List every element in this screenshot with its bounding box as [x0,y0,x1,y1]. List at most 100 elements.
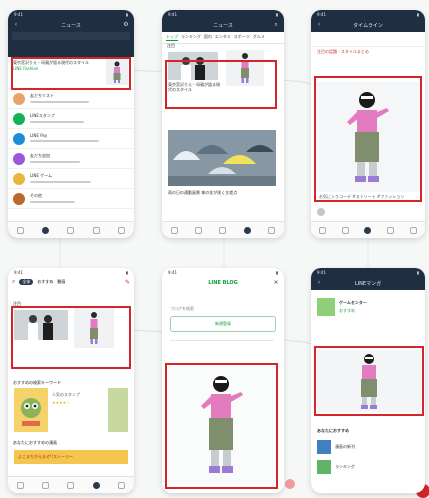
tab-sports[interactable]: スポーツ [234,34,250,41]
tab-all[interactable]: 全体 [19,279,34,285]
title-bar: LINE BLOG × [162,276,284,290]
battery-icon: ▮ [275,11,278,17]
item-title[interactable]: ゲームセンター [339,300,367,306]
list-item[interactable]: 友だち追加 [8,149,134,169]
tab-entertainment[interactable]: エンタメ [215,34,231,41]
chat-icon[interactable] [341,226,349,234]
page-title: ニュース [61,22,81,29]
manga-banner[interactable]: よこまちがえるぜ!!ストーリー [14,450,128,464]
mascot-icon [14,388,48,432]
timeline-icon[interactable] [67,481,75,489]
phone-timeline: 9:41 ▮ ‹ タイムライン 注目の話題 · スタイルまとめ お気に入りコーデ… [311,10,425,238]
highlight-box [314,76,422,202]
timeline-icon[interactable] [67,226,75,234]
tab-recommended[interactable]: おすすめ [37,279,53,285]
avatar [13,132,25,145]
edit-icon[interactable]: ✎ [125,279,130,286]
avatar [13,152,25,165]
title-bar: ‹ LINEマンガ [311,276,425,290]
entry-thumbnail[interactable] [317,460,331,474]
tab-top[interactable]: トップ [166,34,178,41]
highlight-box [314,346,424,416]
status-bar: 9:41 ▮ [8,10,134,18]
page-title: ニュース [213,22,233,29]
brand-logo: LINE BLOG [208,280,238,286]
wallet-icon[interactable] [268,226,276,234]
chat-icon[interactable] [195,226,203,234]
tab-video[interactable]: 動画 [57,279,65,285]
settings-icon[interactable]: ⚙ [122,21,130,29]
recommend-title: おすすめの検索キーワード [13,380,61,385]
close-icon[interactable]: × [272,279,280,287]
bottom-nav [311,221,425,238]
wallet-icon[interactable] [117,226,125,234]
title-bar: ニュース ⌕ [162,18,284,32]
headline-text[interactable]: 雨の日の通勤風景 傘の花が咲く交差点 [168,190,276,195]
page-title: タイムライン [353,22,383,29]
page-title: LINEマンガ [354,280,382,287]
status-time: 9:41 [14,11,23,17]
avatar [13,192,25,205]
list-item[interactable]: LINE Pay [8,129,134,149]
chat-icon[interactable] [42,481,50,489]
bottom-nav [8,476,134,493]
timeline-icon[interactable] [364,226,372,234]
game-thumbnail[interactable] [317,298,335,316]
sticker-card[interactable] [14,388,48,432]
recommend-subtitle: 人気のスタンプ [52,392,80,397]
phone-manga: 9:41 ▮ ‹ LINEマンガ ゲームセンター おすすめ あなたにおすすめ 漫… [311,268,425,493]
list-item[interactable]: 友だちリスト [8,89,134,109]
umbrella-photo[interactable] [168,130,276,186]
news-icon[interactable] [387,226,395,234]
title-bar: ‹ タイムライン [311,18,425,32]
list-item-label: LINE ゲーム [30,172,53,178]
search-icon[interactable]: ⌕ [272,21,280,29]
status-time: 9:41 [168,269,177,275]
tab-gourmet[interactable]: グルメ [253,34,265,41]
wallet-icon[interactable] [117,481,125,489]
phone-discover: 9:41 ▮ ⌕ 全体 おすすめ 動画 ✎ 注目 おすすめの検索キーワード 人気… [8,268,134,493]
news-icon[interactable] [92,226,100,234]
status-time: 9:41 [14,269,23,275]
entry-thumbnail[interactable] [317,440,331,454]
phone-blog: 9:41 ▮ LINE BLOG × ブログを検索 新規登録 [162,268,284,493]
battery-icon: ▮ [125,269,128,275]
title-bar: ‹ ニュース ⚙ [8,18,134,32]
phone-news-feed: 9:41 ▮ ニュース ⌕ トップ ランキング 国内 エンタメ スポーツ グルメ… [162,10,284,238]
home-icon[interactable] [17,481,25,489]
tab-ranking[interactable]: ランキング [181,34,201,41]
status-bar: 9:41 ▮ [162,10,284,18]
timeline-icon[interactable] [219,226,227,234]
status-time: 9:41 [168,11,177,17]
list-item-label: LINE Pay [30,133,48,138]
entry-title[interactable]: ランキング [335,464,355,470]
search-input[interactable] [12,32,130,40]
tab-domestic[interactable]: 国内 [204,34,212,41]
status-bar: 9:41 ▮ [162,268,284,276]
back-icon[interactable]: ‹ [315,279,323,287]
status-time: 9:41 [317,11,326,17]
list-item[interactable]: LINE ゲーム [8,169,134,189]
back-icon[interactable]: ‹ [12,21,20,29]
wallet-icon[interactable] [410,226,418,234]
back-icon[interactable]: ‹ [315,21,323,29]
section-title: あなたにおすすめ [317,428,349,433]
signup-button[interactable]: 新規登録 [170,316,276,332]
search-icon[interactable]: ⌕ [12,278,15,286]
post-header: 注目の話題 · スタイルまとめ [317,49,369,54]
side-card[interactable] [108,388,128,432]
battery-icon: ▮ [125,11,128,17]
list-item-label: その他 [30,192,42,198]
highlight-box [165,60,277,109]
list-item[interactable]: LINEスタンプ [8,109,134,129]
news-icon[interactable] [92,481,100,489]
home-icon[interactable] [318,226,326,234]
home-icon[interactable] [170,226,178,234]
section-label: 注目 [167,43,175,48]
home-icon[interactable] [17,226,25,234]
entry-title[interactable]: 漫画の新刊 [335,444,355,450]
list-item[interactable]: その他 [8,189,134,209]
news-icon[interactable] [243,226,251,234]
list-item-label: LINEスタンプ [30,112,55,118]
chat-icon[interactable] [42,226,50,234]
